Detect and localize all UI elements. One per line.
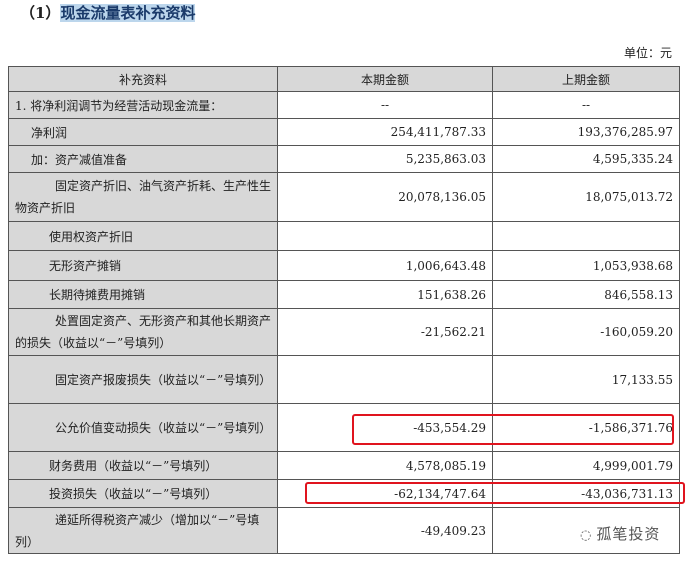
previous-value: 846,558.13 [492, 280, 680, 309]
current-value: -49,409.23 [277, 507, 493, 554]
table-row: 净利润 254,411,787.33 193,376,285.97 [8, 118, 680, 146]
previous-value: 1,053,938.68 [492, 250, 680, 281]
wechat-icon: ◌ [580, 528, 593, 543]
cash-flow-supplement-table: 补充资料 本期金额 上期金额 1. 将净利润调节为经营活动现金流量： -- -- 净… [8, 66, 680, 554]
header-previous: 上期金额 [492, 66, 680, 92]
unit-label: 单位：元 [623, 46, 672, 60]
table-row: 递延所得税资产减少（增加以“－”号填列） -49,409.23 [8, 507, 680, 554]
title-prefix: （1） [20, 4, 61, 22]
table-row: 无形资产摊销 1,006,643.48 1,053,938.68 [8, 250, 680, 281]
watermark-text: 孤笔投资 [596, 525, 661, 543]
table-row: 固定资产折旧、油气资产折耗、生产性生物资产折旧 20,078,136.05 18,0… [8, 172, 680, 222]
row-label: 投资损失（收益以“－”号填列） [8, 479, 278, 508]
highlight-box-fair-value [352, 414, 674, 445]
watermark: ◌ 孤笔投资 [580, 523, 660, 544]
previous-value: 4,999,001.79 [492, 451, 680, 480]
current-value: -- [277, 91, 493, 119]
table-row: 1. 将净利润调节为经营活动现金流量： -- -- [8, 91, 680, 119]
row-label: 使用权资产折旧 [8, 221, 278, 251]
current-value: 5,235,863.03 [277, 145, 493, 173]
current-value: 1,006,643.48 [277, 250, 493, 281]
previous-value [492, 221, 680, 251]
row-label: 公允价值变动损失（收益以“－”号填列） [8, 403, 278, 452]
previous-value: 17,133.55 [492, 355, 680, 404]
previous-value: 193,376,285.97 [492, 118, 680, 146]
row-label: 固定资产折旧、油气资产折耗、生产性生物资产折旧 [8, 172, 278, 222]
previous-value: 18,075,013.72 [492, 172, 680, 222]
row-label: 加：资产减值准备 [8, 145, 278, 173]
table-row: 加：资产减值准备 5,235,863.03 4,595,335.24 [8, 145, 680, 173]
row-label: 1. 将净利润调节为经营活动现金流量： [8, 91, 278, 119]
row-label: 固定资产报废损失（收益以“－”号填列） [8, 355, 278, 404]
table-row: 使用权资产折旧 [8, 221, 680, 251]
current-value [277, 221, 493, 251]
table-row: 固定资产报废损失（收益以“－”号填列） 17,133.55 [8, 355, 680, 404]
table-row: 长期待摊费用摊销 151,638.26 846,558.13 [8, 280, 680, 309]
table-row: 处置固定资产、无形资产和其他长期资产的损失（收益以“－”号填列） -21,562.… [8, 308, 680, 356]
row-label: 无形资产摊销 [8, 250, 278, 281]
header-item: 补充资料 [8, 66, 278, 92]
row-label: 处置固定资产、无形资产和其他长期资产的损失（收益以“－”号填列） [8, 308, 278, 356]
table-header: 补充资料 本期金额 上期金额 [8, 66, 680, 92]
highlight-box-investment-loss [305, 482, 685, 504]
title-text: 现金流量表补充资料 [60, 4, 196, 22]
current-value: 20,078,136.05 [277, 172, 493, 222]
header-current: 本期金额 [277, 66, 493, 92]
section-title: （1）现金流量表补充资料 [20, 2, 196, 23]
previous-value: 4,595,335.24 [492, 145, 680, 173]
previous-value: -160,059.20 [492, 308, 680, 356]
previous-value: -- [492, 91, 680, 119]
table-row: 财务费用（收益以“－”号填列） 4,578,085.19 4,999,001.79 [8, 451, 680, 480]
row-label: 递延所得税资产减少（增加以“－”号填列） [8, 507, 278, 554]
current-value: 254,411,787.33 [277, 118, 493, 146]
row-label: 净利润 [8, 118, 278, 146]
current-value [277, 355, 493, 404]
row-label: 财务费用（收益以“－”号填列） [8, 451, 278, 480]
row-label: 长期待摊费用摊销 [8, 280, 278, 309]
current-value: 151,638.26 [277, 280, 493, 309]
current-value: 4,578,085.19 [277, 451, 493, 480]
current-value: -21,562.21 [277, 308, 493, 356]
